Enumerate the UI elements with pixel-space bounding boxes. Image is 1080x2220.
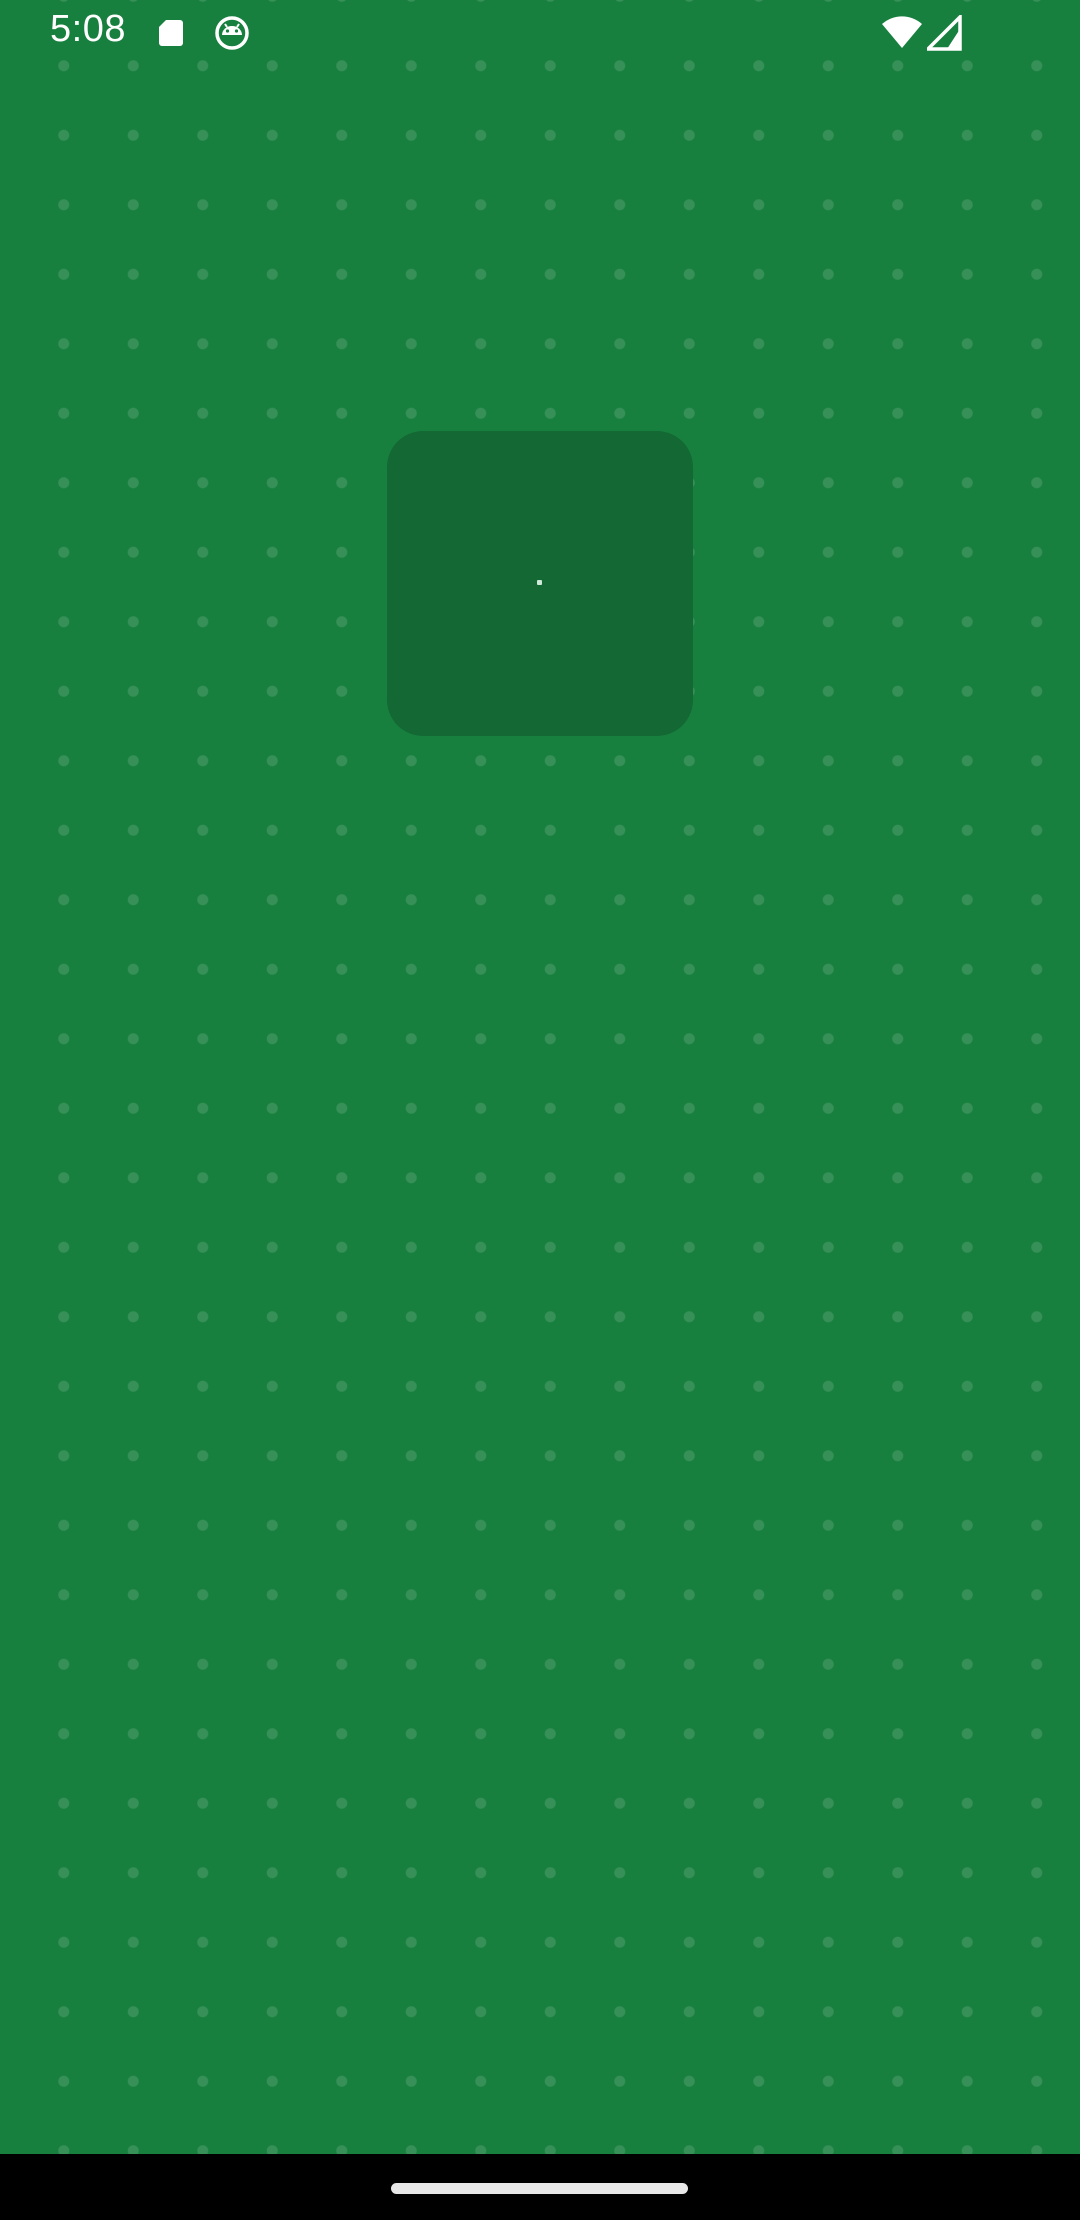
status-bar: 5:08	[0, 0, 1080, 68]
app-screen: 5:08	[0, 0, 1080, 2154]
cellular-signal-icon	[927, 15, 962, 51]
android-robot-icon	[215, 16, 249, 50]
home-handle[interactable]	[391, 2183, 688, 2194]
wifi-icon	[882, 16, 922, 48]
status-clock: 5:08	[50, 8, 126, 50]
tile-center-dot	[537, 580, 542, 585]
navigation-bar	[0, 2154, 1080, 2220]
sd-card-icon	[159, 20, 183, 46]
content-placeholder-tile[interactable]	[387, 431, 693, 736]
